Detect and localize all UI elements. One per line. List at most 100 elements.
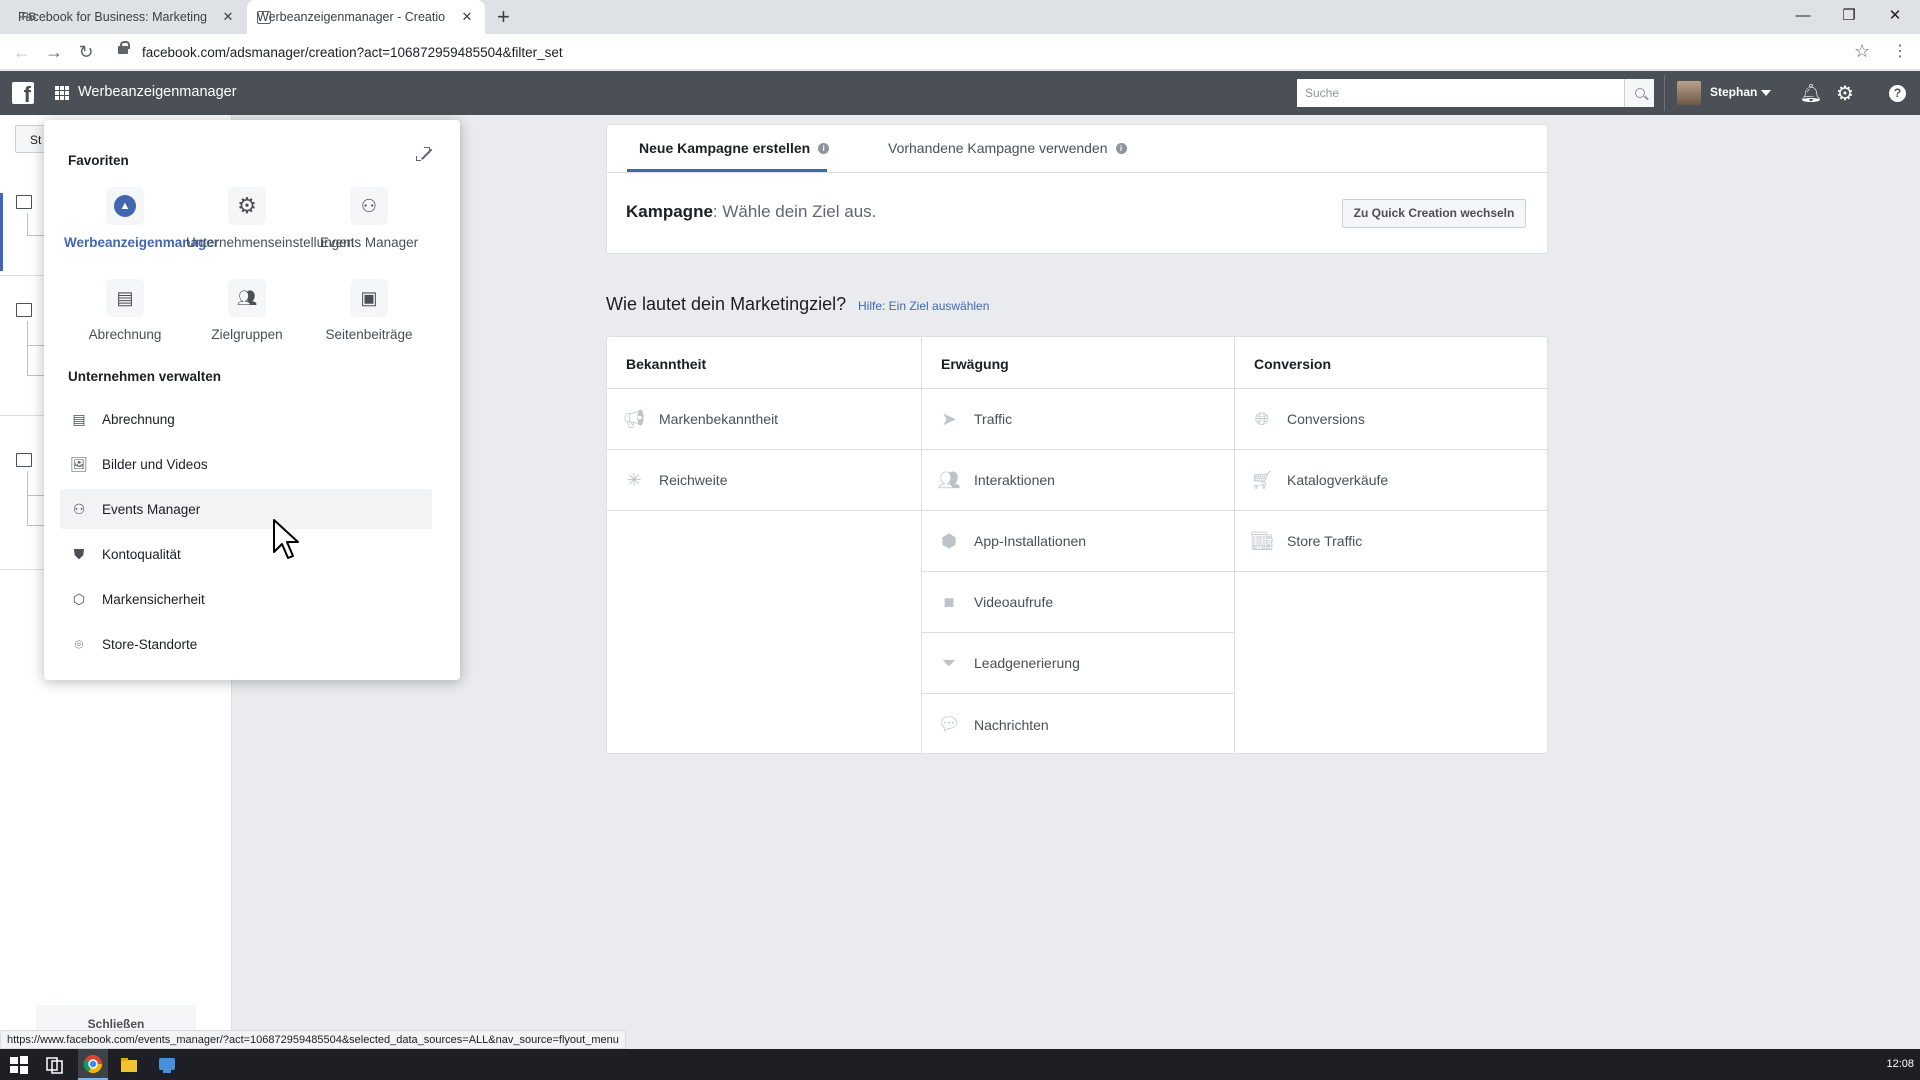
menu-item-billing[interactable]: ▤ Abrechnung [60, 399, 432, 439]
megaphone-icon: 📢︎ [622, 408, 646, 429]
objective-label: Katalogverkäufe [1287, 472, 1389, 488]
tab-new-campaign[interactable]: Neue Kampagne erstellen i [639, 140, 830, 156]
favorite-audiences[interactable]: 👥︎ Zielgruppen [186, 279, 308, 342]
windows-start-icon[interactable] [9, 1055, 29, 1075]
video-icon: ■ [943, 591, 955, 612]
restore-window-button[interactable]: ❐ [1826, 0, 1872, 30]
chevron-down-icon[interactable] [1761, 90, 1771, 96]
reload-icon[interactable]: ↻ [74, 40, 98, 64]
favorite-events-manager[interactable]: ⚇ Events Manager [308, 187, 430, 250]
images-icon: 🖼︎ [70, 455, 88, 472]
brand-safety-icon: ⬡ [72, 590, 86, 607]
globe-icon: 🌐︎ [1254, 408, 1270, 429]
cursor-icon: ➤ [941, 408, 957, 429]
objective-brand-awareness[interactable]: 📢︎ Markenbekanntheit [607, 389, 921, 450]
help-link[interactable]: Hilfe: Ein Ziel auswählen [858, 299, 989, 313]
objective-video-views[interactable]: ■ Videoaufrufe [922, 572, 1234, 633]
menu-item-events-manager[interactable]: ⚇ Events Manager [60, 489, 432, 529]
funnel-icon: ⏷ [941, 652, 957, 673]
search-input[interactable] [1297, 79, 1622, 107]
avatar[interactable] [1677, 81, 1701, 105]
business-tools-flyout: Favoriten ▲ Werbeanzeigenmanager ⚙ Unter… [44, 120, 460, 680]
menu-item-brand-safety[interactable]: ⬡ Markensicherheit [60, 579, 432, 619]
close-sidebar-button[interactable]: Schließen [36, 1005, 196, 1033]
favorite-ads-manager[interactable]: ▲ Werbeanzeigenmanager [64, 187, 219, 250]
favorite-label: Zielgruppen [211, 327, 283, 342]
back-arrow-icon[interactable]: ← [10, 40, 34, 64]
facebook-logo-icon[interactable]: f [12, 82, 34, 104]
minimize-window-button[interactable]: — [1780, 0, 1826, 30]
favorite-billing[interactable]: ▤ Abrechnung [64, 279, 186, 342]
shield-icon: ⛊ [73, 545, 85, 562]
objective-lead-generation[interactable]: ⏷ Leadgenerierung [922, 633, 1234, 694]
forward-arrow-icon[interactable]: → [42, 40, 66, 64]
tree-line [27, 321, 28, 375]
objective-engagement[interactable]: 👥︎ Interaktionen [922, 450, 1234, 511]
menu-item-images-videos[interactable]: 🖼︎ Bilder und Videos [60, 444, 432, 484]
objective-messages[interactable]: 💬︎ Nachrichten [922, 694, 1234, 755]
objective-conversions[interactable]: 🌐︎ Conversions [1235, 389, 1549, 450]
search-button[interactable] [1624, 79, 1654, 107]
address-bar: ← → ↻ facebook.com/adsmanager/creation?a… [0, 34, 1920, 70]
bookmark-star-icon[interactable]: ☆ [1854, 41, 1870, 62]
ads-manager-icon: ▲ [106, 187, 144, 225]
campaign-folder-icon[interactable] [16, 195, 32, 209]
events-manager-icon: ⚇ [72, 500, 86, 517]
campaign-tabs: Neue Kampagne erstellen i Vorhandene Kam… [607, 125, 1547, 173]
campaign-label-text: : Wähle dein Ziel aus. [712, 202, 877, 221]
column-header: Bekanntheit [607, 337, 921, 389]
apps-grid-icon[interactable] [55, 86, 69, 100]
browser-tab-ads-manager[interactable]: Werbeanzeigenmanager - Creatio ✕ [247, 0, 485, 34]
file-explorer-icon[interactable] [119, 1055, 139, 1075]
gear-icon: ⚙ [228, 187, 266, 225]
manage-business-heading: Unternehmen verwalten [68, 369, 222, 384]
tab-label: Vorhandene Kampagne verwenden [888, 140, 1108, 156]
menu-item-label: Bilder und Videos [102, 456, 208, 472]
objective-app-installs[interactable]: ⬢ App-Installationen [922, 511, 1234, 572]
browser-tab-facebook-business[interactable]: FB Facebook for Business: Marketing ✕ [8, 0, 246, 34]
adsets-grid-icon[interactable] [16, 303, 32, 317]
close-window-button[interactable]: ✕ [1872, 0, 1918, 30]
objective-traffic[interactable]: ➤ Traffic [922, 389, 1234, 450]
people-icon: 👥︎ [937, 469, 961, 490]
new-tab-button[interactable]: + [497, 4, 510, 30]
favorite-business-settings[interactable]: ⚙ Unternehmenseinstellungen [186, 187, 355, 250]
help-icon[interactable]: ? [1889, 85, 1906, 102]
app-title[interactable]: Werbeanzeigenmanager [78, 84, 237, 100]
expand-icon[interactable] [416, 147, 430, 161]
objective-label: Reichweite [659, 472, 728, 488]
objective-catalog-sales[interactable]: 🛒︎ Katalogverkäufe [1235, 450, 1549, 511]
chrome-icon [83, 1055, 102, 1074]
url-field[interactable]: facebook.com/adsmanager/creation?act=106… [142, 45, 563, 60]
column-header: Erwägung [922, 337, 1234, 389]
mouse-cursor-icon [273, 519, 299, 559]
close-tab-icon[interactable]: ✕ [220, 9, 236, 25]
user-name[interactable]: Stephan [1710, 85, 1757, 99]
menu-item-account-quality[interactable]: ⛊ Kontoqualität [60, 534, 432, 574]
chrome-taskbar-button[interactable] [78, 1049, 108, 1080]
close-tab-icon[interactable]: ✕ [459, 9, 475, 25]
cart-icon: 🛒︎ [1250, 469, 1274, 490]
objective-store-traffic[interactable]: 🏬︎ Store Traffic [1235, 511, 1549, 572]
favorite-page-posts[interactable]: ▣ Seitenbeiträge [308, 279, 430, 342]
browser-menu-icon[interactable]: ⋮ [1892, 41, 1908, 61]
tab-existing-campaign[interactable]: Vorhandene Kampagne verwenden i [888, 140, 1127, 156]
ads-screen-icon[interactable] [16, 453, 32, 467]
info-icon[interactable]: i [1115, 142, 1127, 154]
tree-line [27, 471, 28, 525]
notifications-bell-icon[interactable]: 🔔︎ [1800, 82, 1823, 104]
quick-creation-button[interactable]: Zu Quick Creation wechseln [1342, 199, 1526, 228]
menu-item-label: Store-Standorte [102, 636, 198, 652]
gear-icon[interactable]: ⚙ [1834, 82, 1856, 105]
menu-item-store-locations[interactable]: ⌾ Store-Standorte [60, 624, 432, 664]
objective-label: App-Installationen [974, 533, 1087, 549]
app-taskbar-icon[interactable] [157, 1055, 177, 1075]
tab-label: Neue Kampagne erstellen [639, 140, 811, 156]
column-header: Conversion [1235, 337, 1549, 389]
objective-label: Markenbekanntheit [659, 411, 779, 427]
info-icon[interactable]: i [818, 142, 830, 154]
objective-reach[interactable]: ✳ Reichweite [607, 450, 921, 511]
facebook-top-nav: f Werbeanzeigenmanager Stephan 🔔︎ ⚙ ? [0, 71, 1920, 115]
task-view-icon[interactable] [44, 1055, 64, 1075]
favorite-label: Unternehmenseinstellungen [186, 235, 355, 250]
